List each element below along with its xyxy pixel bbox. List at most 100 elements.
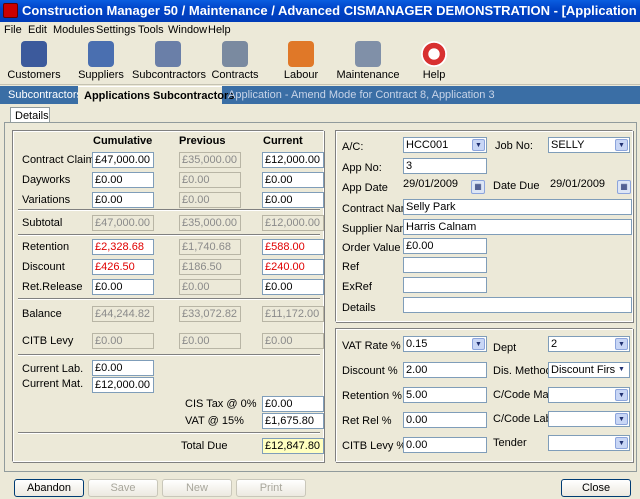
details-field[interactable] [403, 297, 632, 313]
current-lab-label: Current Lab. [22, 363, 84, 375]
dept-value: 2 [551, 338, 558, 350]
close-button[interactable]: Close [561, 479, 631, 497]
customers-button[interactable]: Customers [6, 39, 62, 83]
discount-cumulative-field[interactable]: £426.50 [92, 259, 154, 275]
tab-subcontractors[interactable]: Subcontractors [4, 86, 82, 104]
calendar-icon[interactable]: ▦ [617, 180, 631, 194]
tab-application-amend[interactable]: Application - Amend Mode for Contract 8,… [226, 86, 495, 104]
vat-field[interactable]: £1,675.80 [262, 413, 324, 429]
citb-levy-pct-field[interactable]: 0.00 [403, 437, 487, 453]
ac-select[interactable]: HCC001 ▼ [403, 137, 487, 153]
maintenance-label: Maintenance [336, 69, 400, 81]
subtotal-current-field: £12,000.00 [262, 215, 324, 231]
supplier-name-field[interactable]: Harris Calnam [403, 219, 632, 235]
citb-levy-cumulative-field: £0.00 [92, 333, 154, 349]
ccode-lab-label: C/Code Lab. [493, 413, 555, 425]
discount-pct-field[interactable]: 2.00 [403, 362, 487, 378]
chevron-down-icon[interactable]: ▼ [615, 139, 628, 151]
tab-applications-subcontractors[interactable]: Applications Subcontractors [78, 86, 234, 104]
chevron-down-icon[interactable]: ▼ [615, 338, 628, 350]
menu-tools[interactable]: Tools [138, 24, 164, 36]
divider [18, 432, 320, 434]
vat-label: VAT @ 15% [185, 415, 244, 427]
job-no-select[interactable]: SELLY ▼ [548, 137, 630, 153]
app-icon [3, 3, 18, 18]
calendar-icon[interactable]: ▦ [471, 180, 485, 194]
app-date-field[interactable]: 29/01/2009 [401, 177, 465, 193]
labour-icon [288, 41, 314, 67]
exref-label: ExRef [342, 281, 372, 293]
order-value-field[interactable]: £0.00 [403, 238, 487, 254]
divider [18, 354, 320, 356]
menu-file[interactable]: File [4, 24, 22, 36]
contracts-button[interactable]: Contracts [210, 39, 260, 83]
retention-current-field[interactable]: £588.00 [262, 239, 324, 255]
cis-tax-field[interactable]: £0.00 [262, 396, 324, 412]
tender-label: Tender [493, 437, 527, 449]
ccode-lab-select[interactable]: ▼ [548, 411, 630, 427]
labour-button[interactable]: Labour [276, 39, 326, 83]
retention-pct-field[interactable]: 5.00 [403, 387, 487, 403]
menu-help[interactable]: Help [208, 24, 231, 36]
chevron-down-icon[interactable]: ▼ [615, 364, 628, 376]
chevron-down-icon[interactable]: ▼ [615, 437, 628, 449]
app-no-field[interactable]: 3 [403, 158, 487, 174]
date-due-field[interactable]: 29/01/2009 [548, 177, 612, 193]
suppliers-button[interactable]: Suppliers [76, 39, 126, 83]
chevron-down-icon[interactable]: ▼ [472, 139, 485, 151]
subtotal-previous-field: £35,000.00 [179, 215, 241, 231]
subcontractors-button[interactable]: Subcontractors [132, 39, 206, 83]
retention-cumulative-field[interactable]: £2,328.68 [92, 239, 154, 255]
dayworks-current-field[interactable]: £0.00 [262, 172, 324, 188]
previous-header: Previous [179, 135, 226, 147]
window-title-bar: Construction Manager 50 / Maintenance / … [0, 0, 640, 22]
ref-field[interactable] [403, 257, 487, 273]
vat-rate-select[interactable]: 0.15 ▼ [403, 336, 487, 352]
contract-name-field[interactable]: Selly Park [403, 199, 632, 215]
retention-label: Retention [22, 241, 70, 253]
citb-levy-current-field: £0.00 [262, 333, 324, 349]
ret-release-current-field[interactable]: £0.00 [262, 279, 324, 295]
chevron-down-icon[interactable]: ▼ [472, 338, 485, 350]
help-button[interactable]: Help [414, 39, 454, 83]
labour-label: Labour [283, 69, 319, 81]
save-button[interactable]: Save [88, 479, 158, 497]
variations-previous-field: £0.00 [179, 192, 241, 208]
ac-value: HCC001 [406, 139, 449, 151]
ccode-mat-select[interactable]: ▼ [548, 387, 630, 403]
vat-rate-label: VAT Rate % [342, 340, 401, 352]
discount-label: Discount [22, 261, 65, 273]
contract-claim-current-field[interactable]: £12,000.00 [262, 152, 324, 168]
variations-current-field[interactable]: £0.00 [262, 192, 324, 208]
ret-release-cumulative-field[interactable]: £0.00 [92, 279, 154, 295]
dept-select[interactable]: 2 ▼ [548, 336, 630, 352]
maintenance-button[interactable]: Maintenance [336, 39, 400, 83]
dis-method-select[interactable]: Discount First ▼ [548, 362, 630, 378]
variations-cumulative-field[interactable]: £0.00 [92, 192, 154, 208]
vat-rate-value: 0.15 [406, 338, 428, 350]
menu-window[interactable]: Window [168, 24, 207, 36]
subtotal-cumulative-field: £47,000.00 [92, 215, 154, 231]
menu-modules[interactable]: Modules [53, 24, 95, 36]
chevron-down-icon[interactable]: ▼ [615, 389, 628, 401]
dayworks-cumulative-field[interactable]: £0.00 [92, 172, 154, 188]
document-tab-strip: Subcontractors Applications Subcontracto… [0, 86, 640, 104]
balance-label: Balance [22, 308, 62, 320]
abandon-button[interactable]: Abandon [14, 479, 84, 497]
tab-details[interactable]: Details [10, 107, 50, 123]
menu-settings[interactable]: Settings [96, 24, 136, 36]
chevron-down-icon[interactable]: ▼ [615, 413, 628, 425]
current-lab-field[interactable]: £0.00 [92, 360, 154, 376]
discount-current-field[interactable]: £240.00 [262, 259, 324, 275]
contract-claim-cumulative-field[interactable]: £47,000.00 [92, 152, 154, 168]
current-mat-field[interactable]: £12,000.00 [92, 377, 154, 393]
print-button[interactable]: Print [236, 479, 306, 497]
tender-select[interactable]: ▼ [548, 435, 630, 451]
new-button[interactable]: New [162, 479, 232, 497]
ret-rel-pct-field[interactable]: 0.00 [403, 412, 487, 428]
menu-edit[interactable]: Edit [28, 24, 47, 36]
details-label: Details [342, 302, 376, 314]
exref-field[interactable] [403, 277, 487, 293]
variations-label: Variations [22, 194, 71, 206]
dayworks-label: Dayworks [22, 174, 71, 186]
